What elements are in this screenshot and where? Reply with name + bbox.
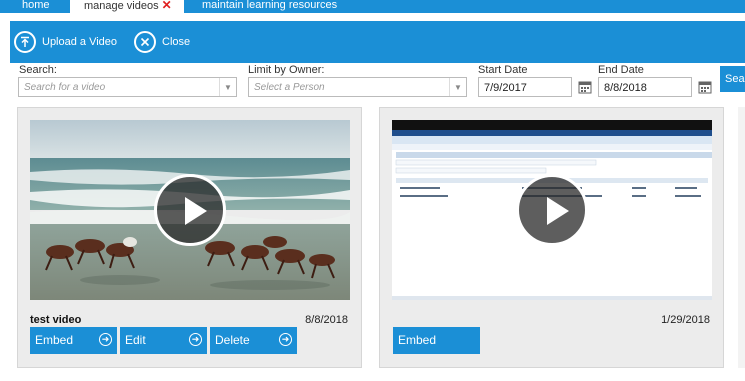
search-input[interactable]: Search for a video ▼ — [18, 77, 237, 97]
tab-home[interactable]: home — [22, 0, 50, 13]
play-icon[interactable] — [516, 174, 588, 246]
embed-button[interactable]: Embed — [393, 327, 480, 354]
edit-button[interactable]: Edit ➜ — [120, 327, 207, 354]
tab-manage-videos[interactable]: manage videos ✕ — [70, 0, 184, 13]
tab-maintain-label: maintain learning resources — [202, 0, 338, 11]
video-card: 1/29/2018 Embed — [379, 107, 724, 368]
close-icon — [134, 31, 156, 53]
chevron-down-icon[interactable]: ▼ — [449, 78, 466, 96]
embed-button[interactable]: Embed ➜ — [30, 327, 117, 354]
close-button[interactable]: Close — [134, 21, 190, 63]
close-tab-icon[interactable]: ✕ — [162, 0, 172, 12]
tab-bar: home manage videos ✕ maintain learning re… — [0, 0, 745, 13]
search-label: Search: — [19, 64, 57, 76]
video-card: test video 8/8/2018 Embed ➜ Edit ➜ Delete ➜ — [17, 107, 362, 368]
start-date-field[interactable]: 7/9/2017 — [478, 77, 572, 97]
upload-video-label: Upload a Video — [42, 36, 118, 48]
calendar-icon[interactable] — [698, 80, 712, 94]
search-button[interactable]: Search — [720, 66, 745, 92]
tab-home-label: home — [22, 0, 50, 11]
embed-label: Embed — [35, 333, 74, 347]
video-date: 1/29/2018 — [661, 314, 710, 326]
tab-maintain-learning-resources[interactable]: maintain learning resources — [202, 0, 337, 13]
close-label: Close — [162, 36, 191, 48]
chevron-down-icon[interactable]: ▼ — [219, 78, 236, 96]
end-date-value: 8/8/2018 — [604, 82, 647, 94]
arrow-right-icon: ➜ — [189, 333, 202, 346]
tab-manage-videos-label: manage videos — [84, 0, 159, 12]
edit-label: Edit — [125, 333, 146, 347]
calendar-icon[interactable] — [578, 80, 592, 94]
start-date-value: 7/9/2017 — [484, 82, 527, 94]
owner-label: Limit by Owner: — [248, 64, 325, 76]
owner-placeholder: Select a Person — [254, 82, 325, 93]
end-date-field[interactable]: 8/8/2018 — [598, 77, 692, 97]
play-icon[interactable] — [154, 174, 226, 246]
video-date: 8/8/2018 — [305, 314, 348, 326]
video-thumbnail[interactable] — [30, 120, 350, 300]
arrow-right-icon: ➜ — [99, 333, 112, 346]
owner-select[interactable]: Select a Person ▼ — [248, 77, 467, 97]
upload-video-button[interactable]: Upload a Video — [14, 21, 117, 63]
scrollbar[interactable] — [738, 107, 745, 368]
delete-label: Delete — [215, 333, 250, 347]
search-placeholder: Search for a video — [24, 82, 106, 93]
video-title: test video — [30, 314, 82, 326]
video-thumbnail[interactable] — [392, 120, 712, 300]
start-date-label: Start Date — [478, 64, 528, 76]
upload-icon — [14, 31, 36, 53]
delete-button[interactable]: Delete ➜ — [210, 327, 297, 354]
arrow-right-icon: ➜ — [279, 333, 292, 346]
embed-label: Embed — [398, 333, 437, 347]
end-date-label: End Date — [598, 64, 644, 76]
toolbar: Upload a Video Close — [10, 21, 745, 63]
